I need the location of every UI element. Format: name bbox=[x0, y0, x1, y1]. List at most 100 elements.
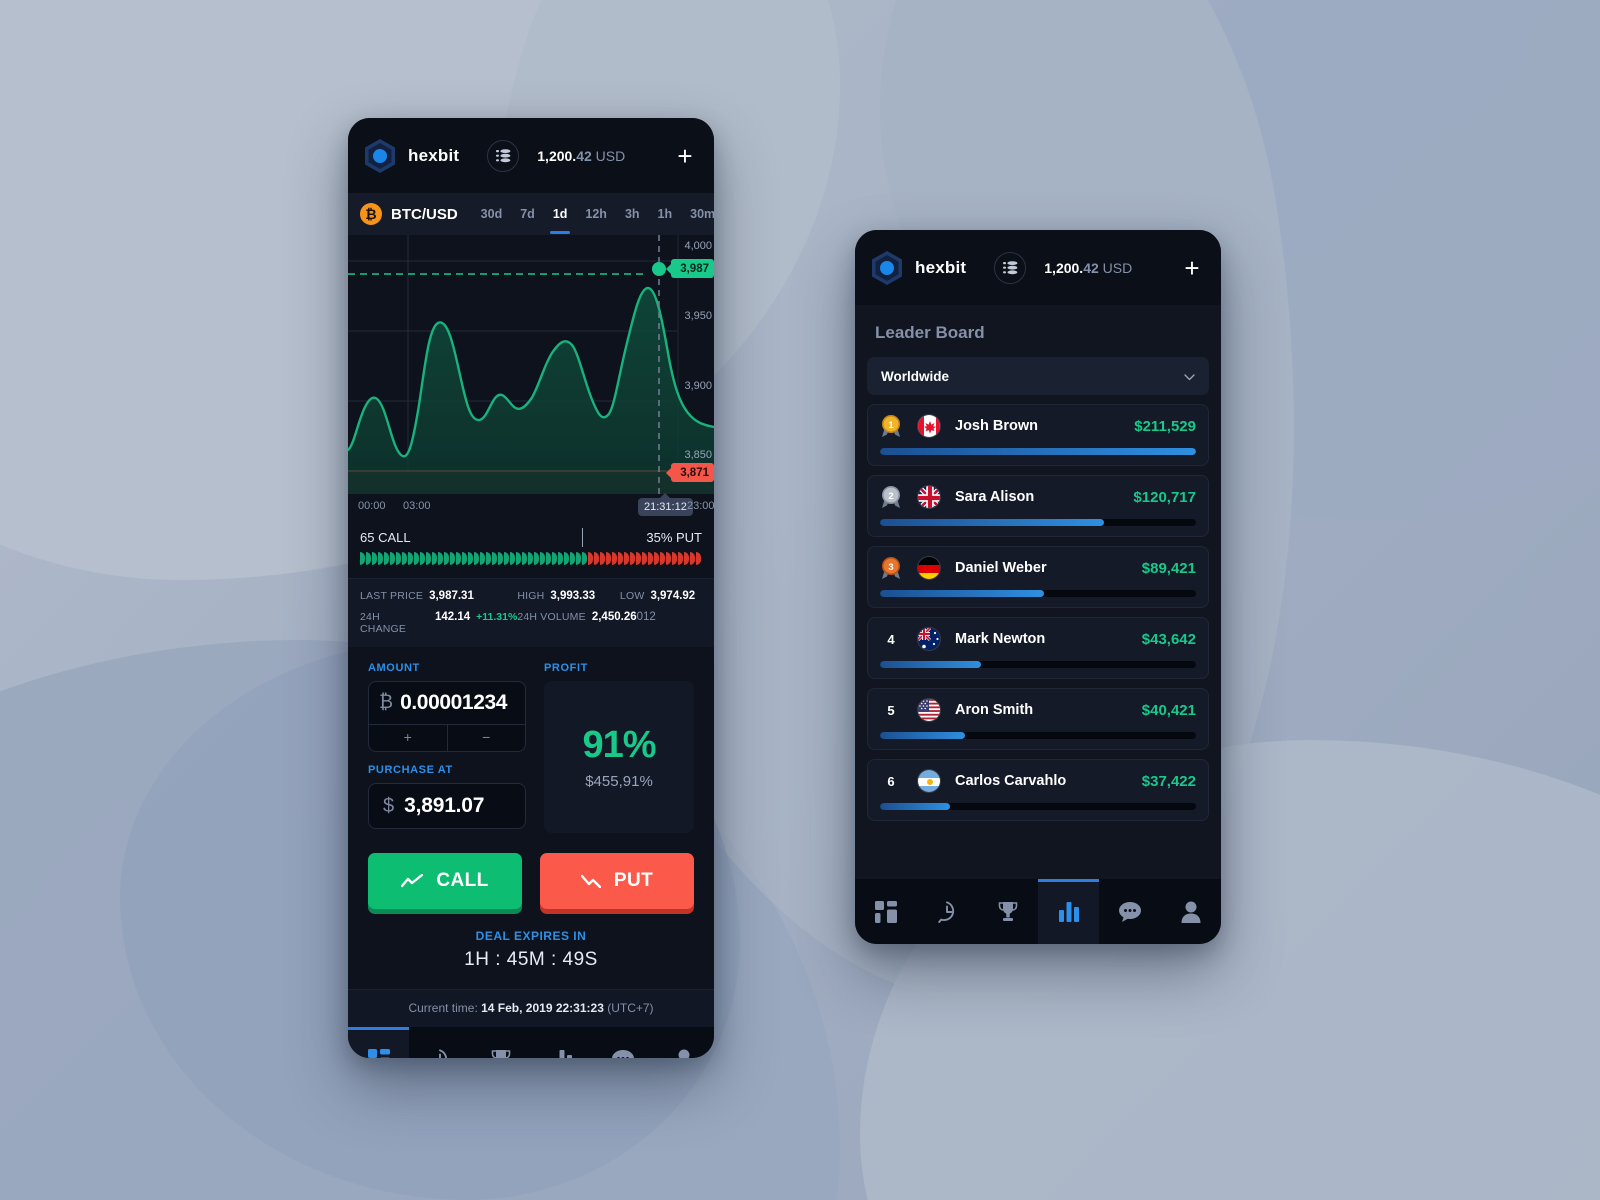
add-funds-button[interactable]: + bbox=[672, 143, 698, 169]
svg-text:2: 2 bbox=[888, 491, 893, 502]
sentiment-tick bbox=[576, 552, 581, 565]
app-bar-leader: hexbit 1,200.42 USD + bbox=[855, 230, 1221, 305]
nav-profile[interactable] bbox=[1160, 879, 1221, 944]
trophy-icon bbox=[490, 1049, 512, 1058]
region-filter-select[interactable]: Worldwide bbox=[867, 357, 1209, 395]
sentiment-tick bbox=[438, 552, 443, 565]
stat-change-pct: +11.31% bbox=[476, 611, 518, 623]
sentiment-tick bbox=[654, 552, 659, 565]
deal-expiry: DEAL EXPIRES IN 1H : 45M : 49S bbox=[348, 909, 714, 989]
nav-chat[interactable] bbox=[1099, 879, 1160, 944]
nav-dashboard[interactable] bbox=[348, 1027, 409, 1058]
call-button-label: CALL bbox=[436, 870, 489, 891]
amount-input-group[interactable]: ₿ 0.00001234 + − bbox=[368, 681, 526, 752]
timeframe-1d[interactable]: 1d bbox=[544, 195, 577, 234]
medal-silver-icon: 2 bbox=[880, 486, 902, 508]
amount-decrement-button[interactable]: − bbox=[446, 725, 526, 751]
y-tick-label: 3,900 bbox=[684, 380, 712, 392]
nav-dashboard[interactable] bbox=[855, 879, 916, 944]
call-button[interactable]: CALL bbox=[368, 853, 522, 909]
sentiment-tick bbox=[558, 552, 563, 565]
svg-text:1: 1 bbox=[888, 420, 894, 431]
page-title: Leader Board bbox=[855, 305, 1221, 343]
profit-percent: 91% bbox=[582, 724, 656, 766]
wallet-icon[interactable] bbox=[487, 139, 520, 172]
price-chart[interactable]: 4,000 3,950 3,900 3,850 3,987 3,871 00:0… bbox=[348, 235, 714, 520]
put-sentiment-label: 35% PUT bbox=[646, 530, 702, 545]
trade-actions: CALL PUT bbox=[348, 833, 714, 909]
trade-inputs-column: AMOUNT ₿ 0.00001234 + − PURCHASE AT $ 3,… bbox=[368, 662, 526, 833]
player-progress-bar bbox=[880, 448, 1196, 455]
sentiment-tick bbox=[372, 552, 377, 565]
sentiment-tick bbox=[612, 552, 617, 565]
nav-history-clock[interactable] bbox=[916, 879, 977, 944]
nav-bar-chart[interactable] bbox=[1038, 879, 1099, 944]
stat-low: LOW 3,974.92 bbox=[620, 590, 695, 602]
amount-increment-button[interactable]: + bbox=[369, 725, 447, 751]
leaderboard-row-top: 3 Daniel Weber $89,421 bbox=[880, 556, 1196, 580]
timeframe-30d[interactable]: 30d bbox=[472, 195, 512, 234]
player-amount: $43,642 bbox=[1141, 630, 1196, 648]
player-name: Mark Newton bbox=[955, 631, 1046, 647]
profit-label: PROFIT bbox=[544, 662, 588, 674]
profile-icon bbox=[674, 1049, 694, 1058]
timeframe-7d[interactable]: 7d bbox=[511, 195, 544, 234]
bottom-nav-leader bbox=[855, 879, 1221, 944]
player-amount: $120,717 bbox=[1133, 488, 1196, 506]
current-time-zone: (UTC+7) bbox=[603, 1001, 654, 1015]
nav-trophy[interactable] bbox=[977, 879, 1038, 944]
sentiment-labels: 65 CALL 35% PUT bbox=[360, 528, 702, 547]
nav-history-clock[interactable] bbox=[409, 1027, 470, 1058]
current-price-tag: 3,987 bbox=[666, 259, 714, 278]
timeframe-30m[interactable]: 30m bbox=[681, 195, 714, 234]
sentiment-tick bbox=[498, 552, 503, 565]
player-progress-fill bbox=[880, 590, 1045, 597]
timeframe-tabs: 30d 7d 1d 12h 3h 1h 30m bbox=[472, 195, 714, 234]
timeframe-3h[interactable]: 3h bbox=[616, 195, 649, 234]
sentiment-tick bbox=[588, 552, 593, 565]
stat-key: 24H VOLUME bbox=[517, 611, 586, 623]
sentiment-tick bbox=[666, 552, 671, 565]
player-progress-bar bbox=[880, 803, 1196, 810]
leaderboard-row[interactable]: 4 Mark Newton $43,642 bbox=[867, 617, 1209, 679]
nav-trophy[interactable] bbox=[470, 1027, 531, 1058]
trophy-icon bbox=[997, 901, 1019, 923]
history-clock-icon bbox=[429, 1048, 451, 1058]
purchase-at-input[interactable]: $ 3,891.07 bbox=[368, 783, 526, 829]
player-name: Josh Brown bbox=[955, 418, 1038, 434]
nav-chat[interactable] bbox=[592, 1027, 653, 1058]
strike-price-value: 3,871 bbox=[680, 466, 709, 479]
put-button-label: PUT bbox=[613, 870, 654, 891]
bar-chart-icon bbox=[551, 1049, 573, 1058]
sentiment-tick bbox=[468, 552, 473, 565]
current-time-bar: Current time: 14 Feb, 2019 22:31:23 (UTC… bbox=[348, 989, 714, 1027]
timeframe-12h[interactable]: 12h bbox=[576, 195, 616, 234]
medal-bronze-icon: 3 bbox=[880, 557, 902, 579]
sentiment-tick bbox=[624, 552, 629, 565]
balance-display: 1,200.42 USD bbox=[1044, 260, 1132, 276]
leaderboard-row[interactable]: 2 Sara Alison $120,717 bbox=[867, 475, 1209, 537]
wallet-icon[interactable] bbox=[994, 251, 1027, 284]
sentiment-tick bbox=[486, 552, 491, 565]
trend-down-icon bbox=[580, 874, 601, 888]
sentiment-tick bbox=[378, 552, 383, 565]
sentiment-tick bbox=[390, 552, 395, 565]
profit-column: PROFIT 91% $455,91% bbox=[544, 662, 694, 833]
leaderboard-row[interactable]: 5 Aron Smith $40,421 bbox=[867, 688, 1209, 750]
leaderboard-row[interactable]: 1 Josh Brown $211,529 bbox=[867, 404, 1209, 466]
player-amount: $37,422 bbox=[1141, 772, 1196, 790]
leaderboard-row[interactable]: 6 Carlos Carvahlo $37,422 bbox=[867, 759, 1209, 821]
leaderboard-row-top: 5 Aron Smith $40,421 bbox=[880, 698, 1196, 722]
nav-profile[interactable] bbox=[653, 1027, 714, 1058]
add-funds-button[interactable]: + bbox=[1179, 255, 1205, 281]
time-axis: 00:00 03:00 21:31:12 23:00 bbox=[348, 494, 714, 520]
sentiment-tick bbox=[618, 552, 623, 565]
stat-key: LAST PRICE bbox=[360, 590, 424, 602]
nav-bar-chart[interactable] bbox=[531, 1027, 592, 1058]
stat-key: HIGH bbox=[517, 590, 545, 602]
amount-input[interactable]: ₿ 0.00001234 bbox=[369, 682, 525, 724]
put-button[interactable]: PUT bbox=[540, 853, 694, 909]
leaderboard-row[interactable]: 3 Daniel Weber $89,421 bbox=[867, 546, 1209, 608]
timeframe-1h[interactable]: 1h bbox=[649, 195, 682, 234]
dashboard-icon bbox=[874, 900, 897, 923]
